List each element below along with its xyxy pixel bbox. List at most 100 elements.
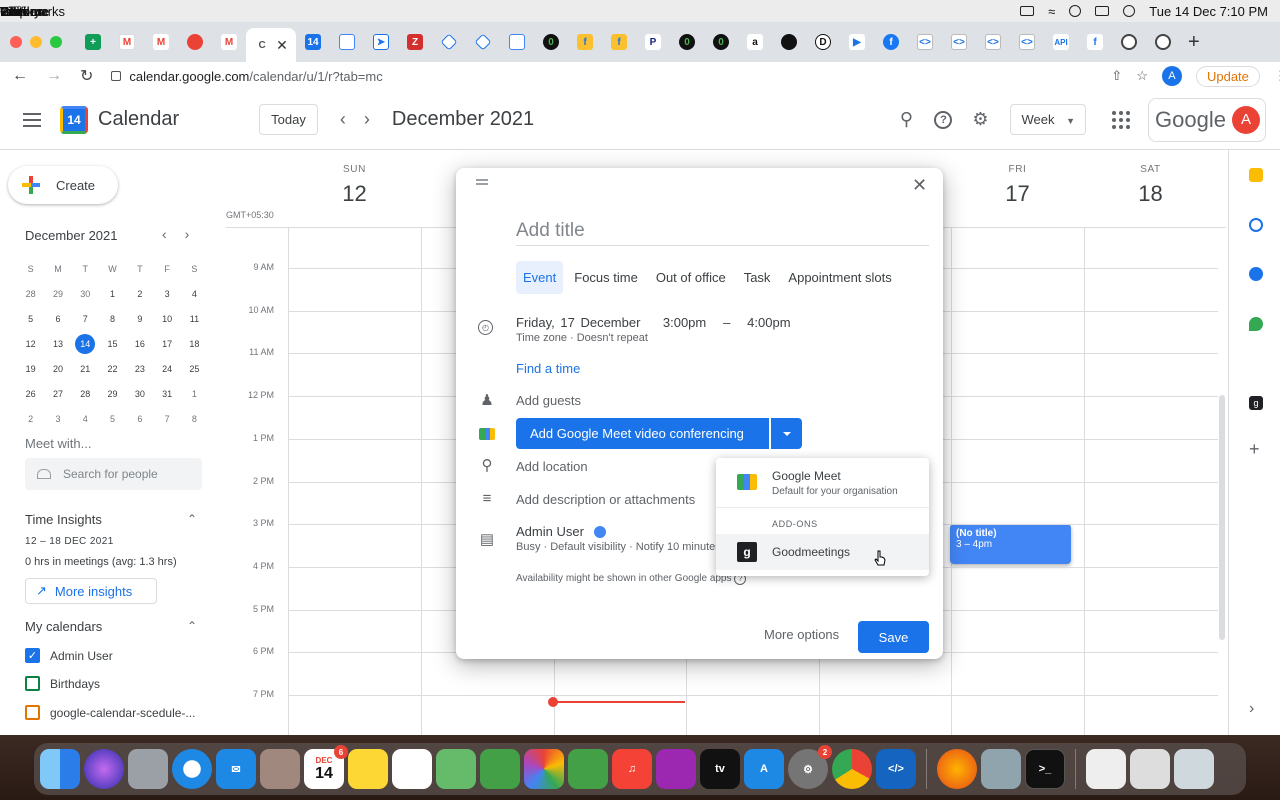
safari-icon[interactable] [172,749,212,789]
tab-diamond-1[interactable] [432,27,466,57]
mini-day[interactable]: 9 [126,306,153,331]
calendar-owner[interactable]: Admin User [516,524,606,539]
mini-day[interactable]: 22 [99,356,126,381]
calendar-app-icon[interactable]: DEC 14 6 [304,745,348,789]
tab-send[interactable]: ➤ [364,27,398,57]
mini-prev-month-icon[interactable]: ‹ [162,226,167,242]
tab-yellow-2[interactable]: f [602,27,636,57]
mini-day[interactable]: 28 [72,381,99,406]
mini-day[interactable]: 2 [17,406,44,431]
settings-gear-icon[interactable]: ⚙ [968,108,992,132]
menu-item-google-meet[interactable]: Google Meet Default for your organisatio… [716,458,929,506]
mini-day[interactable]: 20 [44,356,71,381]
tab-globe-1[interactable] [1112,27,1146,57]
mini-day[interactable]: 21 [72,356,99,381]
kebab-menu-icon[interactable]: ⋮ [1274,68,1280,84]
minimized-window-icon[interactable] [1130,749,1170,789]
expand-panel-icon[interactable]: › [1249,701,1263,717]
add-guests-field[interactable]: Add guests [516,393,581,408]
mini-day[interactable]: 27 [44,381,71,406]
notes-icon[interactable] [348,749,388,789]
grid-scrollbar[interactable] [1219,395,1225,640]
calendar-logo-icon[interactable]: 14 [60,105,88,134]
search-people-input[interactable]: Search for people [25,458,202,490]
tab-zotero[interactable]: Z [398,27,432,57]
event-datetime[interactable]: Friday, 17 December 3:00pm – 4:00pm [516,315,791,330]
tab-calendar-active[interactable]: C ✕ [246,28,296,62]
forward-arrow-icon[interactable]: → [46,67,62,85]
mini-day[interactable]: 4 [181,281,208,306]
tab-globe-2[interactable] [1146,27,1180,57]
contacts-icon[interactable] [1249,267,1263,281]
system-preferences-icon[interactable]: ⚙ 2 [788,745,832,789]
add-location-field[interactable]: Add location [516,459,588,474]
search-icon[interactable]: ⚲ [894,108,918,132]
tab-gmail[interactable]: M [110,27,144,57]
tab-amazon[interactable]: a [738,27,772,57]
tab-sheets[interactable]: + [76,27,110,57]
tab-o-2[interactable]: 0 [670,27,704,57]
tab-o-3[interactable]: 0 [704,27,738,57]
mini-day[interactable]: 1 [99,281,126,306]
terminal-icon[interactable]: >_ [1025,749,1065,789]
next-week-icon[interactable]: › [364,109,370,130]
firefox-icon[interactable] [937,749,977,789]
event-date[interactable]: Friday, 17 December [516,315,640,330]
goodmeetings-addon-icon[interactable]: g [1249,396,1263,410]
chrome-icon[interactable] [832,749,872,789]
minimized-window-icon[interactable] [1086,749,1126,789]
mini-day[interactable]: 10 [153,306,180,331]
tab-api[interactable]: API [1044,27,1078,57]
tab-task[interactable]: Task [737,261,778,294]
mini-next-month-icon[interactable]: › [185,226,190,242]
close-tab-icon[interactable]: ✕ [276,37,288,54]
reload-icon[interactable]: ↻ [80,66,93,86]
checkbox-checked-icon[interactable]: ✓ [25,648,40,663]
mini-day[interactable]: 18 [181,331,208,356]
mini-day[interactable]: 16 [126,331,153,356]
mini-day[interactable]: 5 [99,406,126,431]
day-number[interactable]: 18 [1084,181,1217,207]
address-bar[interactable]: calendar.google.com/calendar/u/1/r?tab=m… [111,64,1111,88]
view-switcher-dropdown[interactable]: Week ▼ [1010,104,1086,135]
tab-code-4[interactable]: <> [1010,27,1044,57]
add-google-meet-button[interactable]: Add Google Meet video conferencing [516,418,769,449]
tab-code-1[interactable]: <> [908,27,942,57]
mini-day[interactable]: 8 [99,306,126,331]
mini-day[interactable]: 7 [153,406,180,431]
battery-icon[interactable] [1020,6,1035,16]
mini-day[interactable]: 29 [99,381,126,406]
tab-out-of-office[interactable]: Out of office [649,261,733,294]
mail-icon[interactable]: ✉ [216,749,256,789]
close-icon[interactable]: ✕ [912,175,927,196]
vscode-icon[interactable]: </> [876,749,916,789]
profile-avatar[interactable]: A [1161,66,1182,86]
tasks-icon[interactable] [1249,218,1263,232]
event-title-input[interactable] [516,216,929,246]
apple-tv-icon[interactable]: tv [700,749,740,789]
lock-icon[interactable] [111,71,122,81]
calendar-item-birthdays[interactable]: Birthdays [25,676,100,691]
launchpad-icon[interactable] [128,749,168,789]
mini-day[interactable]: 3 [153,281,180,306]
control-center-icon[interactable] [1095,6,1110,16]
mini-day[interactable]: 8 [181,406,208,431]
help-icon[interactable]: ? [934,110,953,129]
tab-gmail-2[interactable]: M [144,27,178,57]
mini-day[interactable]: 5 [17,306,44,331]
app-store-icon[interactable]: A [744,749,784,789]
add-description-field[interactable]: Add description or attachments [516,492,695,507]
mini-day[interactable]: 3 [44,406,71,431]
mini-day[interactable]: 30 [72,281,99,306]
calendar-item-schedule[interactable]: google-calendar-scedule-... [25,705,195,720]
mini-day[interactable]: 13 [44,331,71,356]
conferencing-dropdown-button[interactable] [771,418,802,449]
day-number[interactable]: 12 [288,181,421,207]
tab-code-3[interactable]: <> [976,27,1010,57]
finder-icon[interactable] [40,749,80,789]
mini-day[interactable]: 17 [153,331,180,356]
tab-yellow-1[interactable]: f [568,27,602,57]
mini-day[interactable]: 30 [126,381,153,406]
day-number[interactable]: 17 [951,181,1084,207]
mini-day[interactable]: 7 [72,306,99,331]
